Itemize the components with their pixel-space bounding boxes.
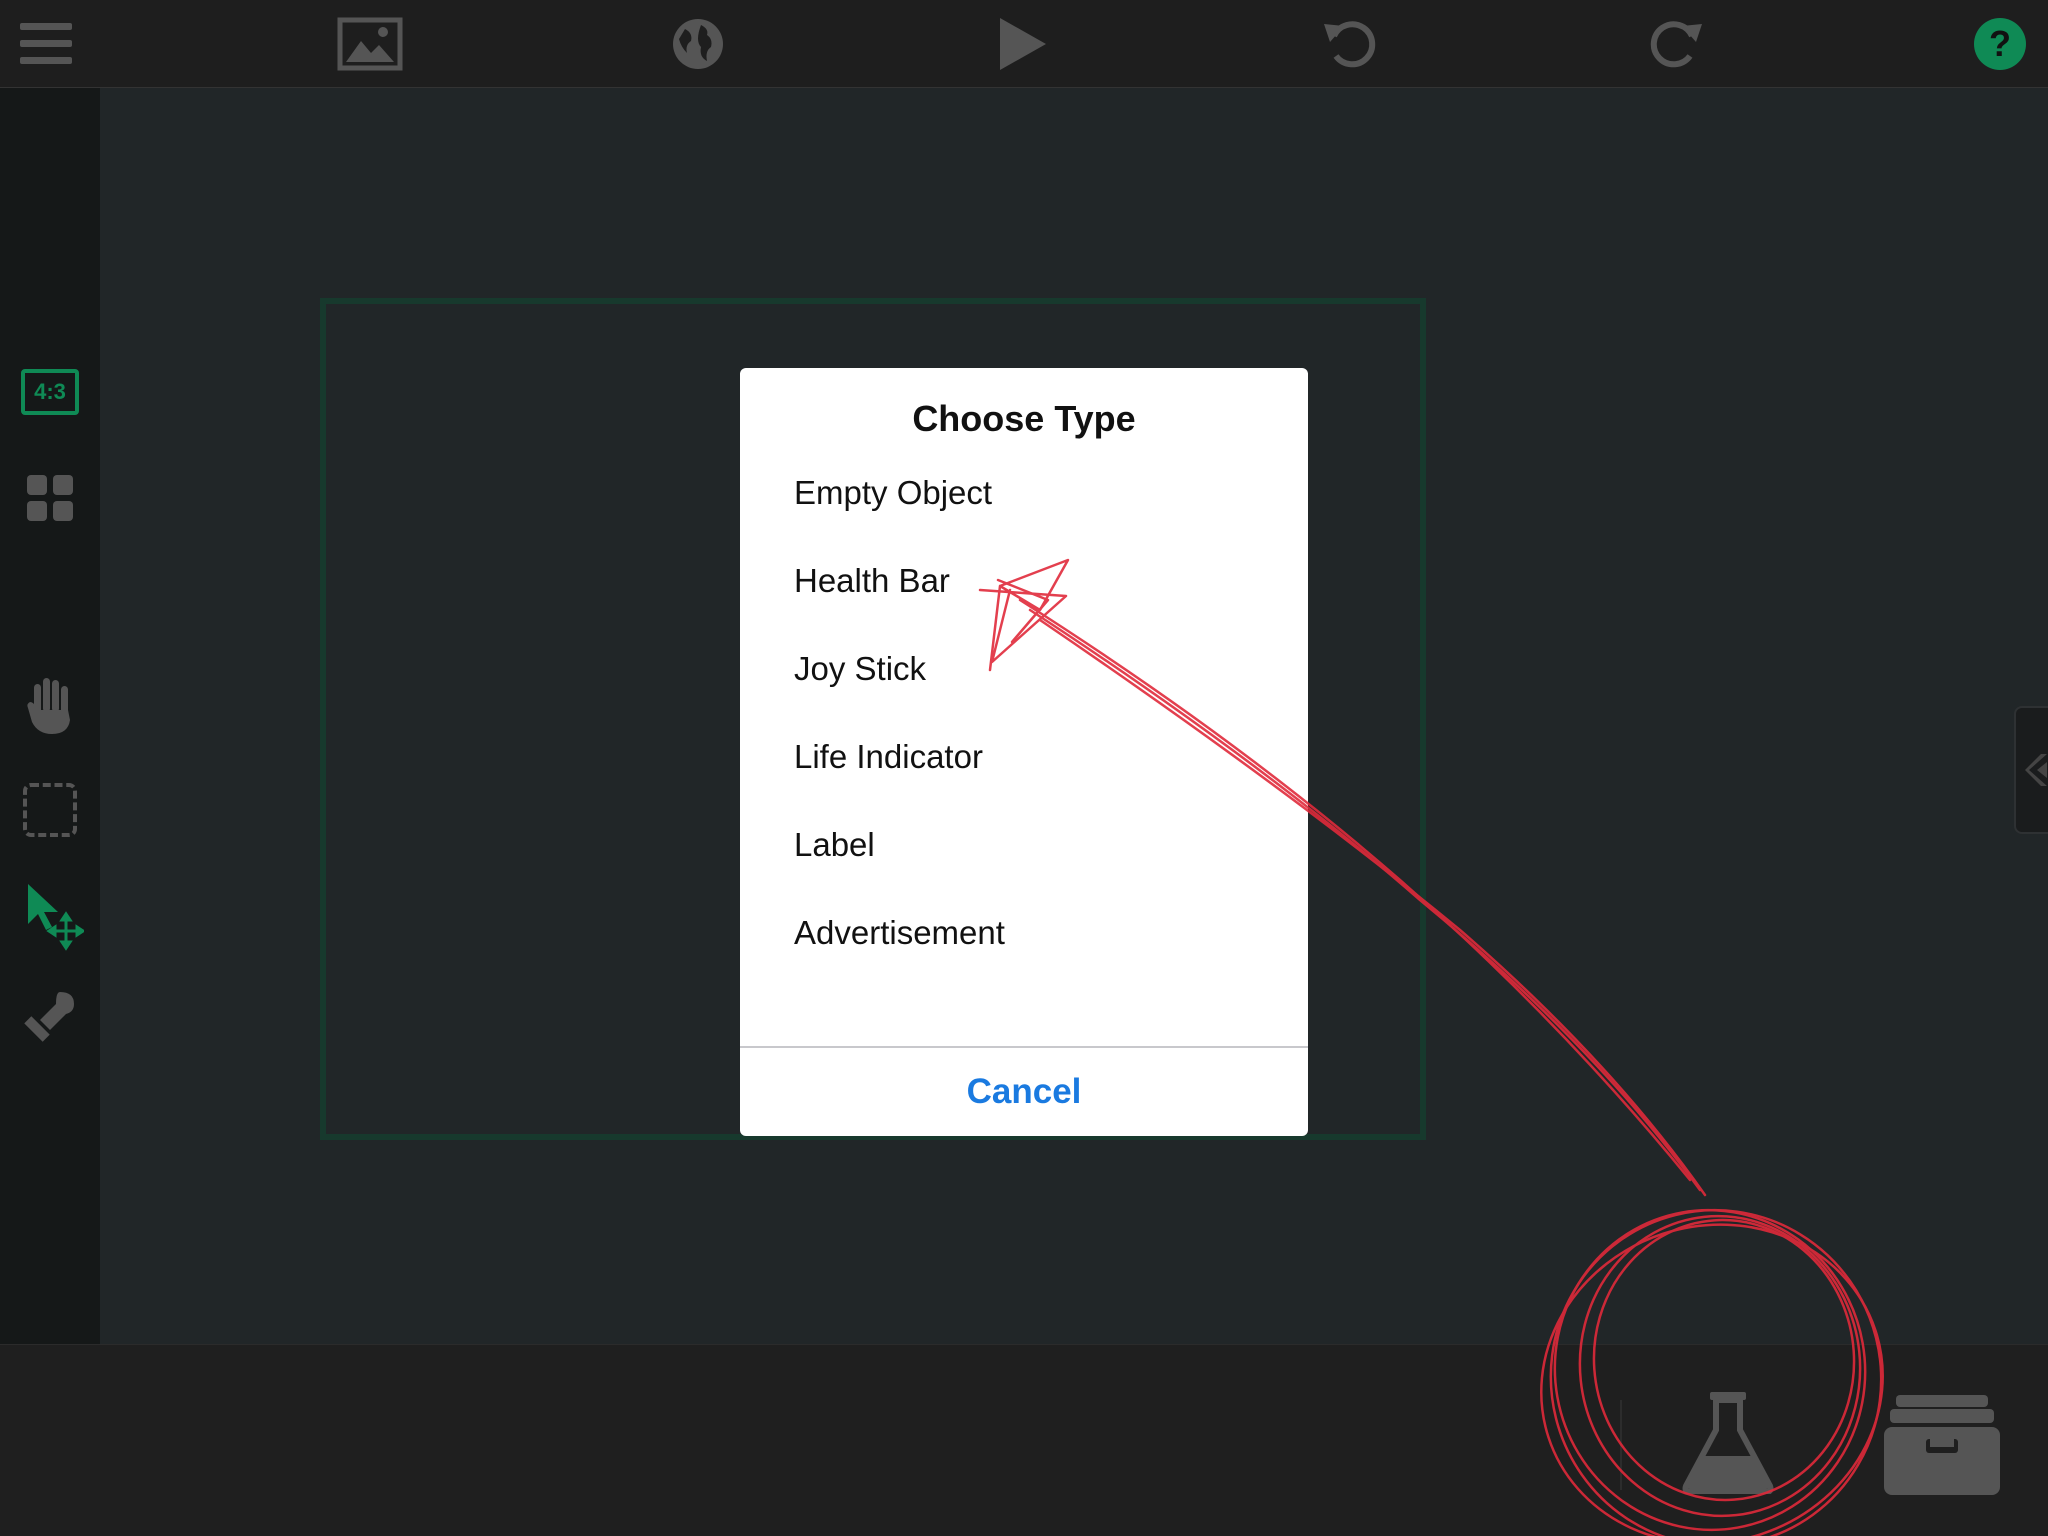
grid-button[interactable] — [14, 462, 86, 534]
selection-box-button[interactable] — [14, 774, 86, 846]
choose-type-dialog: Choose Type Empty Object Health Bar Joy … — [740, 368, 1308, 1136]
selection-box-icon — [23, 783, 77, 837]
option-health-bar[interactable]: Health Bar — [794, 556, 950, 606]
undo-button[interactable] — [1316, 10, 1384, 78]
option-life-indicator[interactable]: Life Indicator — [794, 732, 983, 782]
option-joy-stick[interactable]: Joy Stick — [794, 644, 926, 694]
aspect-ratio-button[interactable]: 4:3 — [14, 356, 86, 428]
archive-box-icon — [1884, 1395, 2000, 1495]
help-icon: ? — [1974, 18, 2026, 70]
aspect-ratio-icon: 4:3 — [21, 369, 79, 415]
play-button[interactable] — [988, 10, 1056, 78]
cancel-button[interactable]: Cancel — [740, 1048, 1308, 1136]
flask-icon — [1682, 1392, 1774, 1494]
dialog-title: Choose Type — [912, 398, 1136, 439]
hand-icon — [27, 678, 70, 734]
right-panel-handle[interactable] — [2014, 706, 2048, 834]
svg-text:?: ? — [1989, 23, 2011, 64]
menu-button[interactable] — [12, 10, 80, 78]
option-empty-object[interactable]: Empty Object — [794, 468, 992, 518]
redo-button[interactable] — [1642, 10, 1710, 78]
library-button[interactable] — [1880, 1390, 2004, 1500]
hand-tool-button[interactable] — [14, 670, 86, 742]
objects-button[interactable] — [1676, 1386, 1780, 1498]
menu-icon — [20, 23, 72, 64]
undo-icon — [1324, 21, 1376, 68]
option-label[interactable]: Label — [794, 820, 875, 870]
stamp-tool-button[interactable] — [14, 982, 86, 1054]
play-icon — [1000, 18, 1046, 70]
app-window: ? 4:3 Choose Type Empty Object Health Ba… — [0, 0, 2048, 1536]
aspect-ratio-label: 4:3 — [34, 379, 66, 404]
collapse-chevron-icon — [2025, 754, 2047, 786]
globe-icon — [673, 19, 723, 69]
image-button[interactable] — [336, 10, 404, 78]
option-advertisement[interactable]: Advertisement — [794, 908, 1005, 958]
select-move-button[interactable] — [14, 880, 86, 952]
select-move-icon — [28, 884, 84, 951]
help-button[interactable]: ? — [1966, 10, 2034, 78]
top-toolbar: ? — [0, 0, 2048, 88]
redo-icon — [1650, 21, 1702, 68]
bottom-divider — [1620, 1400, 1622, 1490]
image-icon — [337, 17, 403, 71]
stamp-icon — [24, 992, 74, 1042]
globe-button[interactable] — [664, 10, 732, 78]
grid-icon — [27, 475, 73, 521]
